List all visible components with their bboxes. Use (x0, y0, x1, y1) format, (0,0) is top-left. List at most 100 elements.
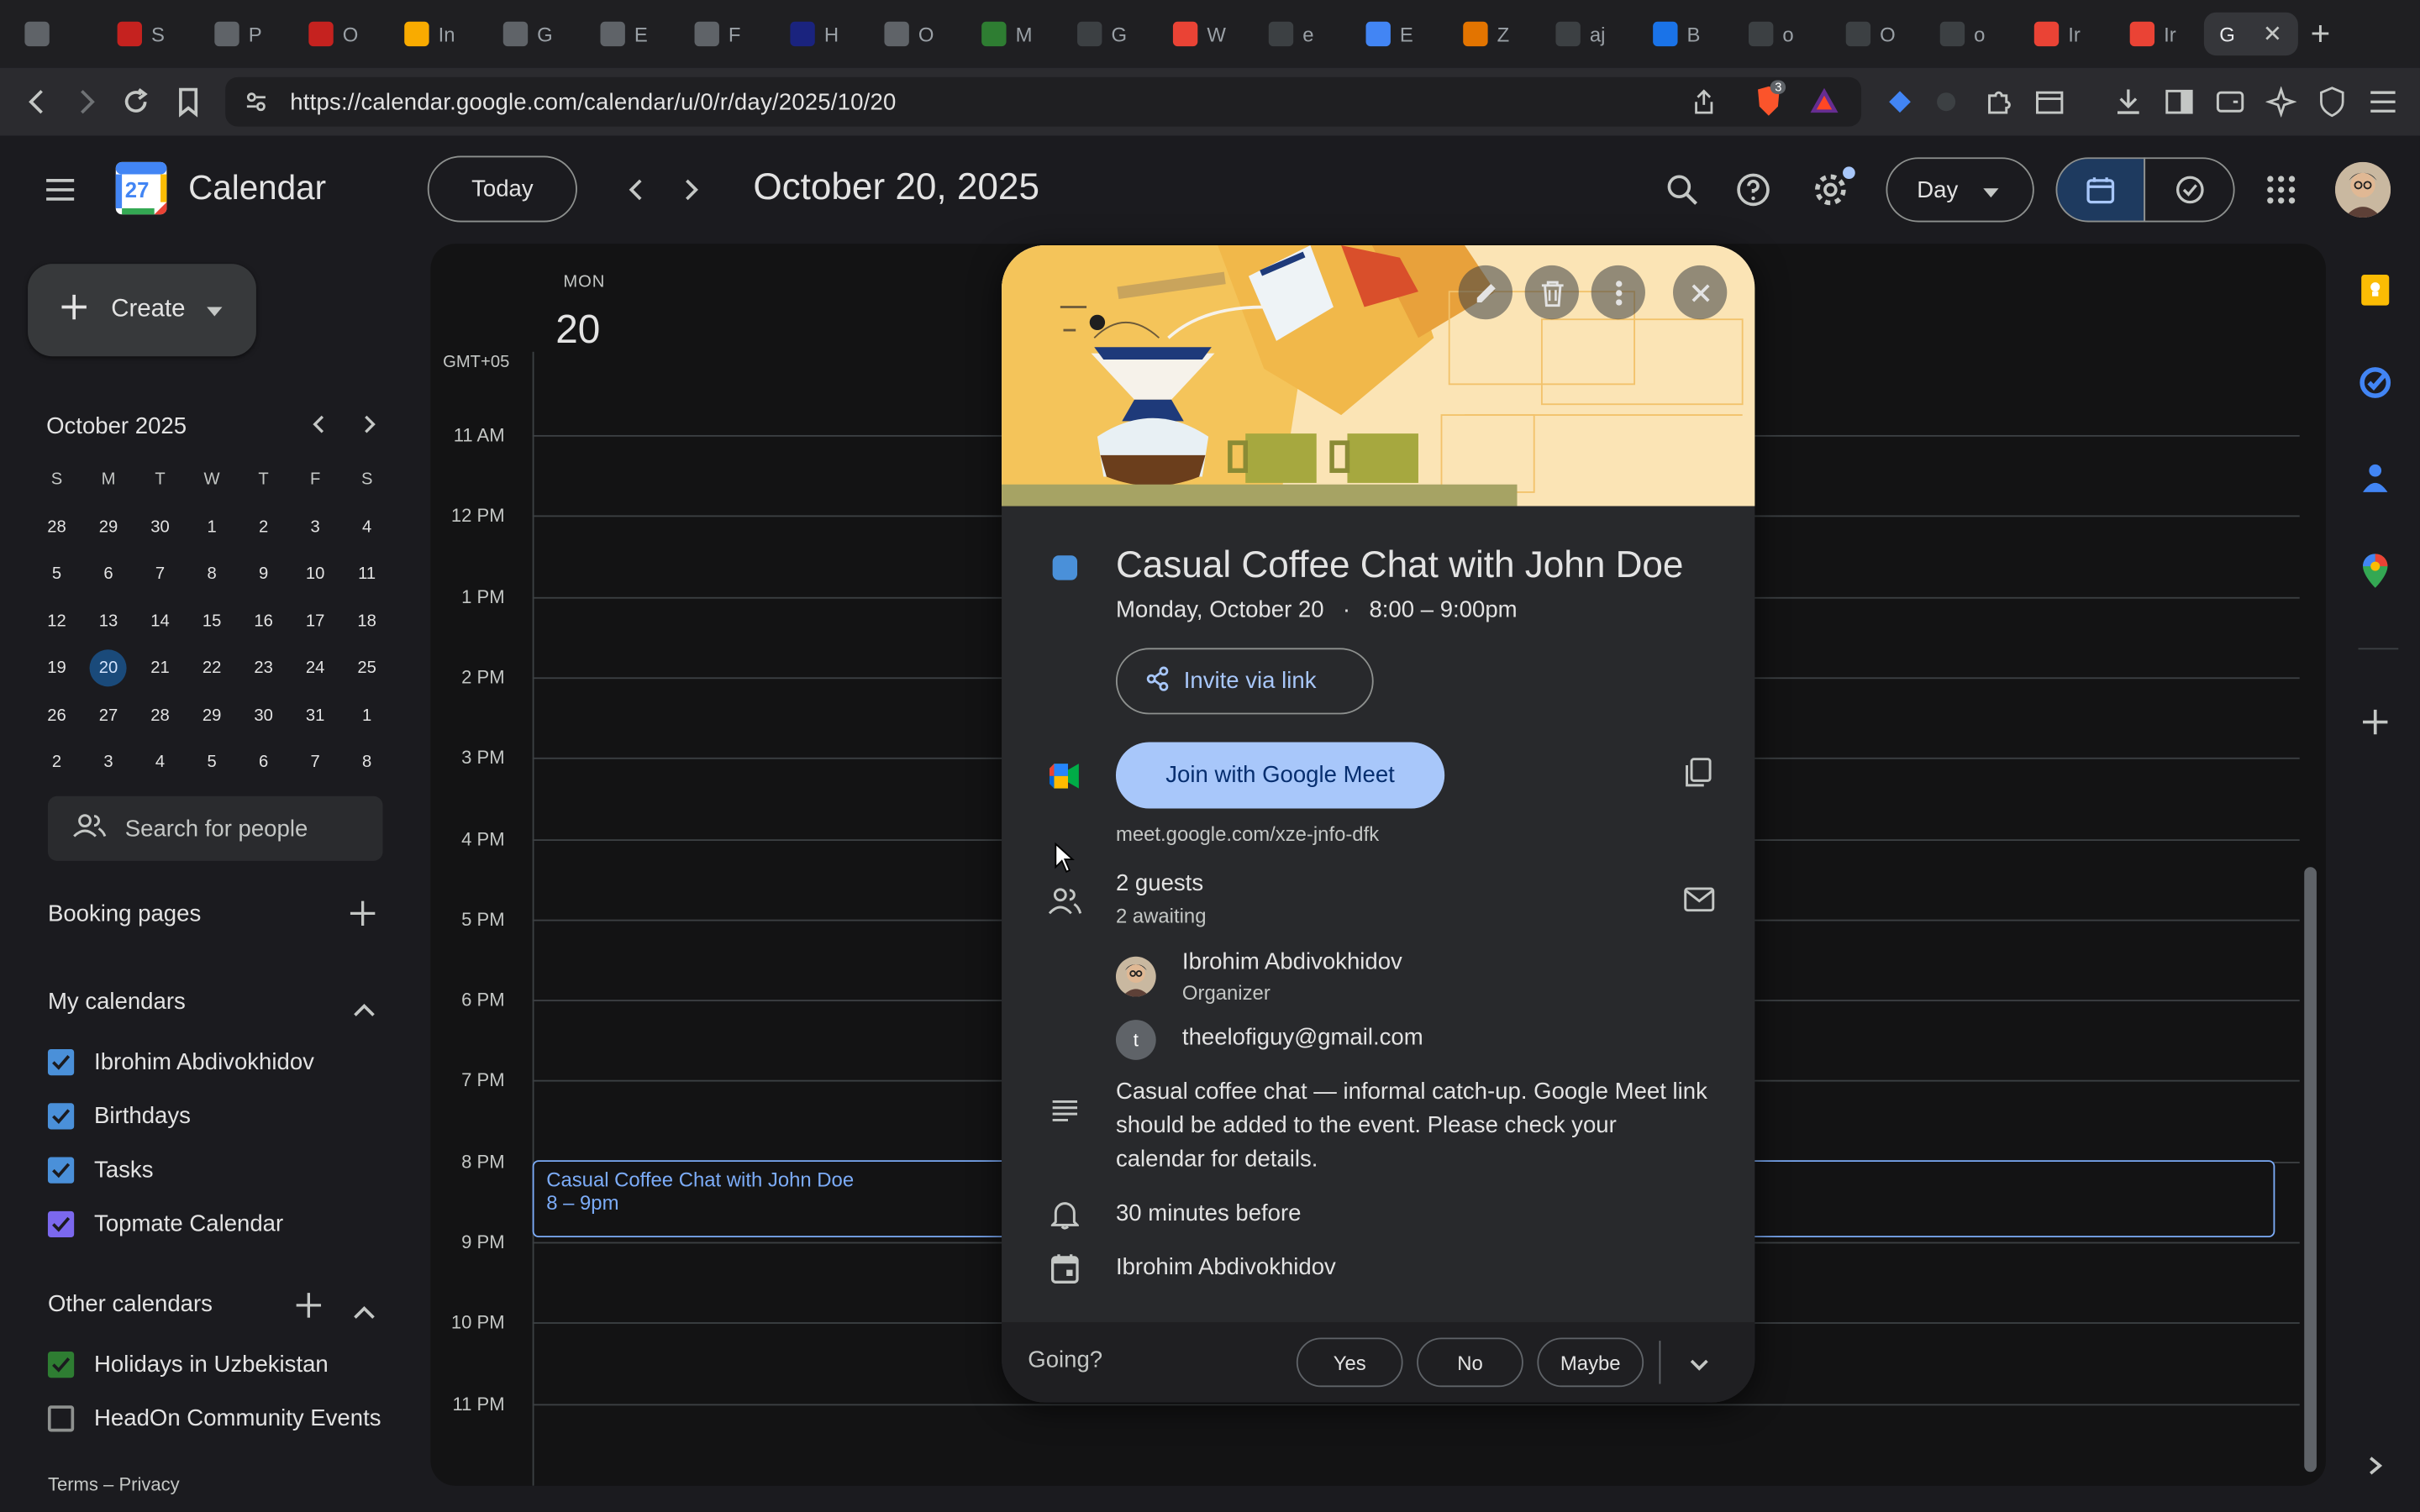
address-bar[interactable]: https://calendar.google.com/calendar/u/0… (225, 76, 1862, 127)
delete-event-button[interactable] (1524, 265, 1579, 320)
mini-calendar-day[interactable]: 10 (289, 551, 341, 598)
calendar-checkbox[interactable] (47, 1405, 75, 1432)
rsvp-no-button[interactable]: No (1417, 1337, 1523, 1388)
browser-tab[interactable]: B (1653, 13, 1700, 55)
mini-calendar-day[interactable]: 24 (289, 645, 341, 692)
next-day-icon[interactable] (676, 175, 707, 213)
brave-shields-icon[interactable]: 3 (1754, 80, 1786, 118)
browser-tab[interactable]: G (502, 13, 553, 55)
extensions-puzzle-icon[interactable] (1981, 85, 2015, 118)
mini-calendar-day[interactable]: 28 (134, 692, 187, 739)
site-settings-icon[interactable] (244, 90, 268, 123)
previous-day-icon[interactable] (620, 175, 651, 213)
browser-tab[interactable]: E (600, 13, 648, 55)
terms-privacy-link[interactable]: Terms – Privacy (48, 1473, 180, 1495)
mini-calendar-day[interactable]: 31 (289, 692, 341, 739)
view-switcher-button[interactable]: Day (1886, 157, 2034, 223)
mini-calendar-day[interactable]: 27 (82, 692, 134, 739)
mini-calendar-day[interactable]: 12 (31, 598, 83, 645)
mini-calendar-day[interactable]: 6 (238, 739, 290, 786)
brave-rewards-icon[interactable] (1809, 87, 1840, 122)
search-people-field[interactable]: Search for people (47, 795, 383, 861)
mini-calendar-day[interactable]: 21 (134, 645, 187, 692)
browser-tab[interactable]: O (1845, 13, 1896, 55)
browser-tab[interactable]: O (308, 13, 358, 55)
collapse-my-calendars-icon[interactable] (352, 989, 376, 1029)
browser-tab[interactable]: H (790, 13, 839, 55)
browser-tab[interactable]: G (1077, 13, 1127, 55)
browser-tab[interactable] (24, 13, 50, 55)
calendar-list-item[interactable]: Topmate Calendar (47, 1210, 283, 1238)
calendar-list-item[interactable]: HeadOn Community Events (47, 1405, 381, 1432)
tasks-view-toggle[interactable] (2144, 157, 2235, 223)
close-popover-button[interactable] (1673, 265, 1728, 320)
mini-calendar-next-icon[interactable] (358, 413, 380, 443)
mini-calendar-day[interactable]: 29 (82, 504, 134, 551)
sidebar-toggle-icon[interactable] (2162, 85, 2196, 118)
mini-calendar-day[interactable]: 8 (186, 551, 238, 598)
keep-icon[interactable] (2357, 271, 2394, 308)
main-menu-icon[interactable] (42, 171, 79, 216)
mini-calendar-day[interactable]: 14 (134, 598, 187, 645)
mini-calendar-day[interactable]: 2 (238, 504, 290, 551)
mini-calendar-day[interactable]: 4 (341, 504, 393, 551)
vpn-shield-icon[interactable] (2315, 85, 2349, 118)
mini-calendar-day[interactable]: 6 (82, 551, 134, 598)
mini-calendar-day[interactable]: 3 (289, 504, 341, 551)
maps-icon[interactable] (2357, 553, 2394, 590)
email-guests-icon[interactable] (1684, 887, 1715, 920)
calendar-logo[interactable]: 27 (114, 160, 168, 216)
browser-tab[interactable]: S (117, 13, 165, 55)
mini-calendar-day[interactable]: 13 (82, 598, 134, 645)
browser-tab[interactable]: M (981, 13, 1032, 55)
wallet-icon[interactable] (2213, 85, 2247, 118)
mini-calendar-day[interactable]: 1 (186, 504, 238, 551)
reading-list-icon[interactable] (2033, 85, 2066, 118)
browser-tab[interactable]: Z (1463, 13, 1509, 55)
browser-tab-active[interactable]: G ✕ (2203, 12, 2298, 56)
back-icon[interactable] (18, 83, 55, 120)
contacts-icon[interactable] (2357, 459, 2394, 496)
forward-icon[interactable] (68, 83, 105, 120)
browser-tab[interactable]: O (884, 13, 934, 55)
browser-tab[interactable]: F (694, 13, 741, 55)
new-tab-button[interactable]: + (2311, 14, 2331, 55)
day-number[interactable]: 20 (555, 306, 600, 354)
browser-tab[interactable]: E (1365, 13, 1413, 55)
add-other-calendar-icon[interactable] (295, 1289, 323, 1329)
calendar-checkbox[interactable] (47, 1210, 75, 1238)
settings-gear-icon[interactable] (1812, 166, 1855, 208)
mini-calendar-day[interactable]: 28 (31, 504, 83, 551)
mini-calendar-day[interactable]: 1 (341, 692, 393, 739)
my-calendars-heading[interactable]: My calendars (48, 989, 186, 1015)
edit-event-button[interactable] (1458, 265, 1512, 320)
browser-tab[interactable]: o (1749, 13, 1794, 55)
calendar-view-toggle[interactable] (2055, 157, 2146, 223)
mini-calendar-day[interactable]: 26 (31, 692, 83, 739)
leo-ai-icon[interactable] (2264, 85, 2297, 118)
mini-calendar-day[interactable]: 25 (341, 645, 393, 692)
rsvp-maybe-button[interactable]: Maybe (1537, 1337, 1644, 1388)
browser-tab[interactable]: aj (1555, 13, 1605, 55)
calendar-list-item[interactable]: Holidays in Uzbekistan (47, 1351, 329, 1378)
mini-calendar-day[interactable]: 5 (186, 739, 238, 786)
browser-menu-icon[interactable] (2366, 85, 2400, 118)
browser-tab[interactable]: In (404, 13, 455, 55)
download-icon[interactable] (2112, 85, 2145, 118)
mini-calendar-day[interactable]: 16 (238, 598, 290, 645)
calendar-checkbox[interactable] (47, 1157, 75, 1184)
mini-calendar-day[interactable]: 18 (341, 598, 393, 645)
get-add-ons-icon[interactable] (2357, 704, 2394, 741)
mini-calendar-day[interactable]: 9 (238, 551, 290, 598)
help-icon[interactable] (1734, 171, 1771, 208)
mini-calendar-day[interactable]: 29 (186, 692, 238, 739)
tasks-icon[interactable] (2357, 364, 2394, 401)
google-apps-icon[interactable] (2263, 171, 2300, 208)
mini-calendar-day[interactable]: 17 (289, 598, 341, 645)
more-options-button[interactable] (1591, 265, 1645, 320)
mini-calendar-day[interactable]: 22 (186, 645, 238, 692)
join-meet-button[interactable]: Join with Google Meet (1115, 742, 1445, 809)
browser-tab[interactable]: P (214, 13, 262, 55)
rsvp-options-chevron-icon[interactable] (1688, 1353, 1710, 1381)
guests-count[interactable]: 2 guests (1116, 870, 1203, 896)
